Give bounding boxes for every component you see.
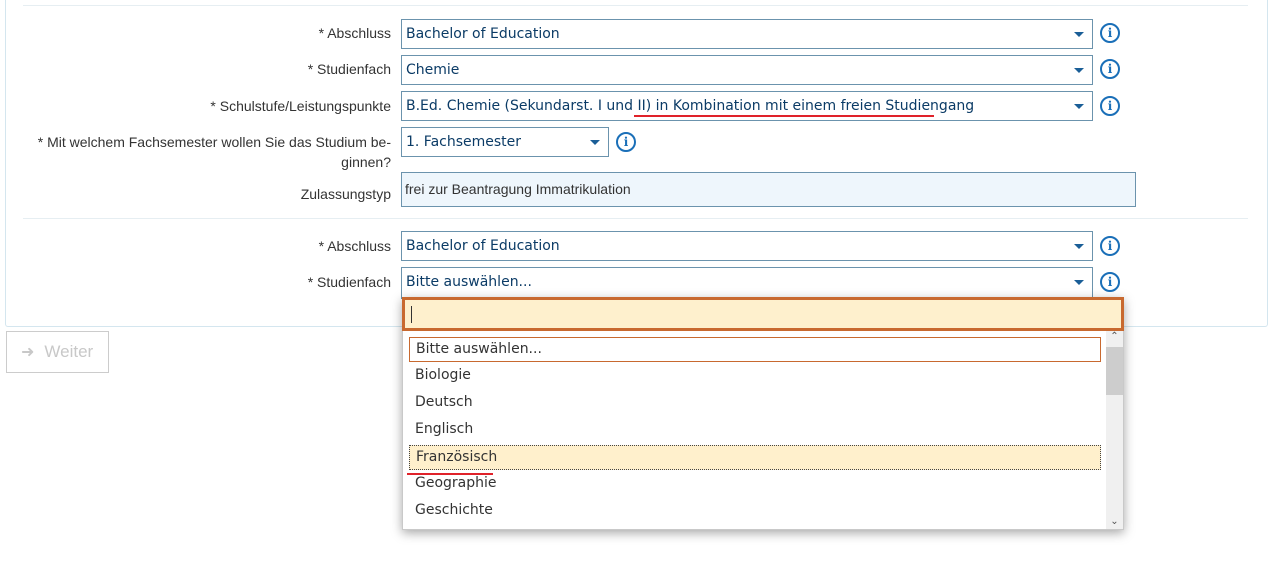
dropdown-option-highlighted[interactable]: Französisch xyxy=(409,445,1101,470)
dropdown-option[interactable]: Englisch xyxy=(409,418,1101,443)
zulassungstyp-value: frei zur Beantragung Immatrikulation xyxy=(401,172,1136,207)
select-studienfach-1[interactable]: Chemie xyxy=(401,55,1093,85)
label-abschluss-2: * Abschluss xyxy=(318,238,391,254)
chevron-down-icon xyxy=(590,140,600,145)
dropdown-option[interactable]: Biologie xyxy=(409,364,1101,389)
dropdown-option[interactable]: Deutsch xyxy=(409,391,1101,416)
dropdown-option[interactable]: Geschichte xyxy=(409,499,1101,524)
annotation-underline xyxy=(407,473,493,475)
chevron-down-icon xyxy=(1074,280,1084,285)
label-schulstufe: * Schulstufe/Leistungspunkte xyxy=(210,98,391,114)
info-icon[interactable]: i xyxy=(1100,272,1120,292)
select-abschluss-2[interactable]: Bachelor of Education xyxy=(401,231,1093,261)
label-studienfach-1: * Studienfach xyxy=(307,61,391,77)
dropdown-option[interactable]: Bitte auswählen... xyxy=(409,337,1101,362)
label-zulassungstyp: Zulassungstyp xyxy=(300,186,391,202)
chevron-down-icon xyxy=(1074,32,1084,37)
dropdown-search-input[interactable] xyxy=(402,297,1124,331)
divider xyxy=(23,5,1248,6)
label-fachsemester: * Mit welchem Fachsemester wollen Sie da… xyxy=(38,132,391,172)
select-studienfach-2[interactable]: Bitte auswählen... xyxy=(401,267,1093,299)
info-icon[interactable]: i xyxy=(1100,23,1120,43)
select-value: Bachelor of Education xyxy=(406,238,560,254)
select-value: Bitte auswählen... xyxy=(406,274,532,290)
divider xyxy=(23,218,1248,219)
select-fachsemester[interactable]: 1. Fachsemester xyxy=(401,127,609,157)
text-cursor xyxy=(411,306,412,323)
dropdown-scrollbar[interactable]: ⌃ ⌄ xyxy=(1106,331,1123,529)
label-abschluss-1: * Abschluss xyxy=(318,25,391,41)
chevron-down-icon xyxy=(1074,244,1084,249)
arrow-right-icon: ➜ xyxy=(21,344,35,361)
select-value: Bachelor of Education xyxy=(406,26,560,42)
dropdown-option[interactable]: Geographie xyxy=(409,472,1101,497)
scroll-up-icon[interactable]: ⌃ xyxy=(1106,331,1123,342)
dropdown-options-list: Bitte auswählen... Biologie Deutsch Engl… xyxy=(402,331,1124,530)
select-value: Chemie xyxy=(406,62,460,78)
label-line: ginnen? xyxy=(341,154,391,170)
scroll-down-icon[interactable]: ⌄ xyxy=(1106,516,1123,527)
info-icon[interactable]: i xyxy=(1100,59,1120,79)
info-icon[interactable]: i xyxy=(1100,236,1120,256)
select-abschluss-1[interactable]: Bachelor of Education xyxy=(401,19,1093,49)
label-line: * Mit welchem Fachsemester wollen Sie da… xyxy=(37,134,391,150)
studienfach-dropdown: Bitte auswählen... Biologie Deutsch Engl… xyxy=(402,297,1124,530)
info-icon[interactable]: i xyxy=(616,132,636,152)
annotation-underline xyxy=(634,115,934,117)
next-button-label: Weiter xyxy=(44,342,94,361)
label-studienfach-2: * Studienfach xyxy=(307,274,391,290)
info-icon[interactable]: i xyxy=(1100,96,1120,116)
chevron-down-icon xyxy=(1074,104,1084,109)
chevron-down-icon xyxy=(1074,68,1084,73)
scrollbar-thumb[interactable] xyxy=(1106,347,1123,395)
next-button[interactable]: ➜ Weiter xyxy=(6,331,109,373)
select-value: 1. Fachsemester xyxy=(406,134,522,150)
